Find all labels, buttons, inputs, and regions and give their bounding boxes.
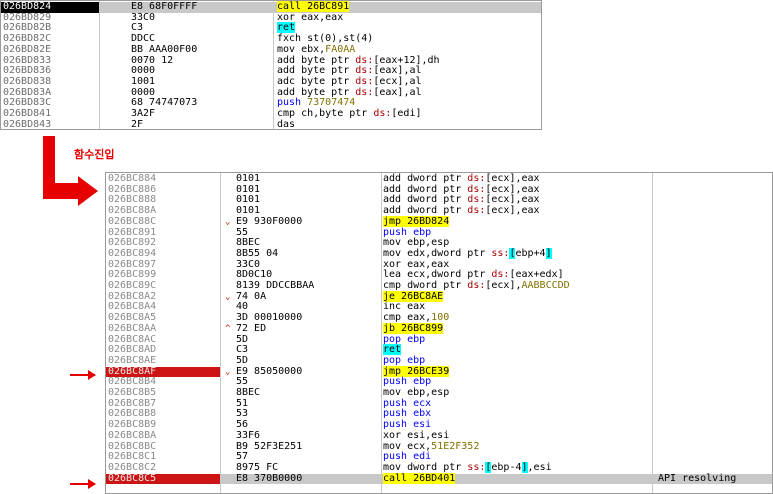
- row-bytes: 72 ED: [236, 322, 267, 334]
- disasm-token: mov ecx,: [383, 440, 432, 452]
- disasm-token: 51E2F352: [431, 440, 480, 452]
- disasm-token: lea ecx,dword ptr: [383, 269, 492, 281]
- disasm-row[interactable]: 026BC8C5 E8 370B0000 call 26BD401 API resol…: [106, 472, 772, 485]
- disasm-row[interactable]: 026BC8C2 8975 FC mov dword ptr ss:[ebp-4],…: [106, 461, 772, 474]
- disasm-token: ds:: [467, 183, 486, 195]
- row-address: 026BC894: [108, 247, 157, 259]
- disasm-token: push ebx: [383, 408, 432, 420]
- disasm-token: [ecx],eax: [485, 173, 540, 184]
- disasm-token: ,esi: [527, 461, 552, 473]
- function-entry-label: 함수진입: [74, 148, 115, 161]
- row-disassembly: call 26BD401: [383, 472, 456, 485]
- disasm-row[interactable]: 026BC8BC B9 52F3E251 mov ecx,51E2F352: [106, 440, 772, 453]
- row-bytes: 33F6: [236, 429, 261, 441]
- disasm-row[interactable]: 026BC8A2 ⌄ 74 0A je 26BC8AE: [106, 290, 772, 303]
- row-address: 026BC8AE: [108, 354, 157, 366]
- disasm-token: ds:: [467, 280, 486, 291]
- disasm-row[interactable]: 026BC8AD C3 ret: [106, 344, 772, 356]
- disasm-token: pop ebp: [383, 333, 426, 345]
- disasm-token: add dword ptr: [383, 183, 468, 195]
- disasm-token: [eax+edx]: [509, 269, 564, 281]
- disasm-panel-bottom[interactable]: 026BC884 0101 add dword ptr ds:[ecx],eax 02…: [105, 172, 773, 494]
- disasm-token: [ecx],eax: [485, 194, 540, 206]
- disasm-token: [ecx],eax: [485, 205, 540, 217]
- disasm-token: xor eax,eax: [383, 258, 450, 270]
- disasm-token: ds:: [467, 194, 486, 206]
- disasm-token: je 26BC8AE: [383, 290, 444, 302]
- disasm-token: add dword ptr: [383, 194, 468, 206]
- disasm-token: ds:: [491, 269, 510, 281]
- row-bytes: E8 370B0000: [236, 472, 303, 484]
- disasm-token: AABBCCDD: [521, 280, 570, 291]
- disasm-token: mov ebp,esp: [383, 387, 450, 398]
- jump-direction-icon: ⌄: [225, 216, 231, 227]
- disasm-row[interactable]: 026BC8AC 5D pop ebp: [106, 333, 772, 346]
- row-bytes: E9 930F0000: [236, 215, 303, 227]
- marker-arrowhead-icon-2: [88, 479, 96, 489]
- disasm-token: jmp 26BD824: [383, 215, 450, 227]
- disasm-token: [ecx],eax: [485, 183, 540, 195]
- disasm-token: add dword ptr: [383, 205, 468, 217]
- row-address: 026BC8AA: [108, 322, 157, 334]
- row-bytes: 8B55 04: [236, 247, 279, 259]
- disasm-row[interactable]: 026BC8B8 53 push ebx: [106, 409, 772, 420]
- row-bytes: 5D: [236, 354, 249, 366]
- disasm-token: cmp dword ptr: [383, 280, 468, 291]
- disasm-token: add dword ptr: [383, 173, 468, 184]
- row-disassembly: mov dword ptr ss:[ebp-4],esi: [383, 461, 552, 474]
- row-address: 026BC8C2: [108, 461, 157, 473]
- disasm-token: ds:: [467, 205, 486, 217]
- disasm-row[interactable]: 026BC8AE 5D pop ebp: [106, 354, 772, 367]
- entry-arrow-stem: [43, 136, 55, 199]
- disasm-token: ss:: [491, 247, 510, 259]
- disasm-token: push ecx: [383, 397, 432, 409]
- disasm-token: ebp-4: [491, 461, 522, 473]
- disasm-token: ss:: [467, 461, 486, 473]
- disasm-row[interactable]: 026BC8B5 8BEC mov ebp,esp: [106, 387, 772, 399]
- disasm-token: ebp+4: [515, 247, 546, 259]
- row-bytes: 8975 FC: [236, 461, 279, 473]
- disasm-token: xor esi,esi: [383, 429, 450, 441]
- disasm-row[interactable]: 026BC8AA ^ 72 ED jb 26BC899: [106, 322, 772, 335]
- disasm-token: ret: [383, 344, 402, 356]
- disasm-token: call 26BD401: [383, 472, 456, 484]
- row-address: 026BC8BA: [108, 429, 157, 441]
- disasm-token: push esi: [383, 419, 432, 431]
- disasm-row[interactable]: 026BC8B7 51 push ecx: [106, 397, 772, 410]
- row-address: 026BC88C: [108, 215, 157, 227]
- disasm-token: mov dword ptr: [383, 461, 468, 473]
- jump-direction-icon: ^: [225, 323, 231, 334]
- disasm-row[interactable]: 026BC8AF ⌄ E9 85050000 jmp 26BCE39: [106, 365, 772, 378]
- disasm-token: ]: [545, 247, 552, 259]
- disasm-token: cmp eax,: [383, 312, 432, 324]
- row-address: 026BC8C5: [106, 473, 220, 485]
- marker-arrowhead-icon-1: [88, 370, 96, 380]
- disasm-token: jb 26BC899: [383, 322, 444, 334]
- disasm-token: ds:: [467, 173, 486, 184]
- disasm-token: [ecx],: [485, 280, 522, 291]
- disasm-token: push edi: [383, 451, 432, 463]
- jump-direction-icon: ⌄: [225, 291, 231, 302]
- jump-direction-icon: ⌄: [225, 366, 231, 377]
- disasm-token: push ebp: [383, 376, 432, 388]
- disasm-token: mov ebp,esp: [383, 237, 450, 249]
- disasm-token: pop ebp: [383, 354, 426, 366]
- disasm-row[interactable]: 026BC88C ⌄ E9 930F0000 jmp 26BD824: [106, 215, 772, 228]
- disasm-token: push ebp: [383, 226, 432, 238]
- disasm-token: mov edx,dword ptr: [383, 247, 492, 259]
- disasm-token: inc eax: [383, 301, 426, 313]
- disasm-token: jmp 26BCE39: [383, 365, 450, 377]
- row-comment: API resolving: [658, 472, 737, 484]
- disasm-token: 100: [431, 312, 450, 324]
- row-disassembly: pop ebp: [383, 354, 426, 367]
